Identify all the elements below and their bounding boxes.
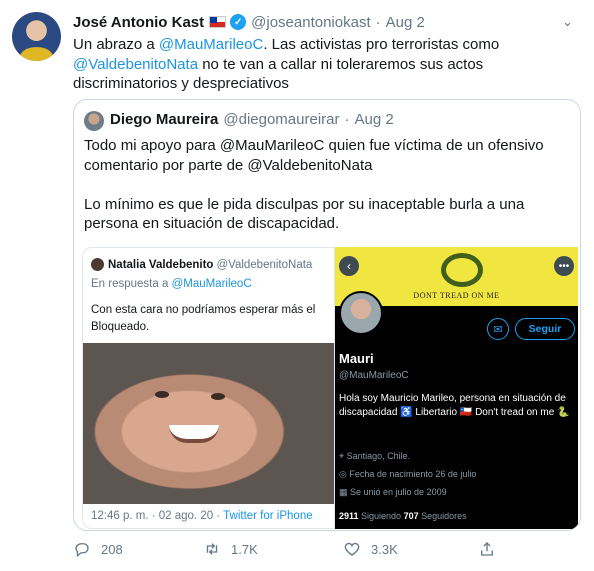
- author-avatar[interactable]: [12, 12, 61, 61]
- mention-link[interactable]: @ValdebenitoNata: [73, 56, 198, 73]
- share-icon: [481, 542, 493, 556]
- profile-stats: 2911 Siguiendo 707 Seguidores: [339, 511, 467, 521]
- followers-count: 707: [403, 511, 419, 521]
- reply-prefix: En respuesta a: [91, 278, 172, 290]
- profile-handle: @MauMarileoC: [339, 370, 409, 381]
- photo-eye: [211, 393, 225, 400]
- back-arrow-icon: ‹: [339, 256, 359, 276]
- embedded-avatar: [91, 258, 104, 271]
- retweet-button[interactable]: 1.7K: [203, 540, 258, 558]
- more-icon: •••: [554, 256, 574, 276]
- following-count: 2911: [339, 511, 359, 521]
- retweet-count: 1.7K: [231, 541, 258, 557]
- share-button[interactable]: [478, 540, 506, 558]
- chile-flag-icon: [209, 16, 227, 28]
- photo-mouth: [169, 425, 219, 443]
- profile-avatar: [339, 291, 383, 335]
- embedded-tweet-screenshot[interactable]: Natalia Valdebenito @ValdebenitoNata En …: [82, 247, 335, 529]
- separator-dot: ·: [375, 13, 381, 31]
- chevron-down-icon[interactable]: ⌄: [562, 14, 573, 30]
- tweet-text-part: Un abrazo a: [73, 36, 159, 53]
- quote-author-handle: @diegomaureirar: [223, 111, 340, 128]
- quote-paragraph: Lo mínimo es que le pida disculpas por s…: [84, 195, 525, 233]
- profile-bio: Hola soy Mauricio Marileo, persona en si…: [339, 393, 570, 418]
- reply-to: @MauMarileoC: [171, 278, 252, 290]
- author-name[interactable]: José Antonio Kast: [73, 14, 204, 31]
- reply-button[interactable]: 208: [73, 540, 123, 558]
- profile-location: ⌖ Santiago, Chile.: [339, 451, 411, 461]
- quote-paragraph: Todo mi apoyo para @MauMarileoC quien fu…: [84, 137, 544, 174]
- profile-name: Mauri: [339, 351, 374, 366]
- author-handle[interactable]: @joseantoniokast: [251, 14, 370, 31]
- reply-icon: [75, 543, 89, 558]
- verified-icon: ✓: [230, 14, 247, 30]
- photo-eye: [155, 391, 169, 398]
- face-photo: [83, 343, 334, 504]
- embedded-text: Con esta cara no podríamos esperar más e…: [91, 302, 331, 336]
- quote-author-name: Diego Maureira: [110, 111, 219, 128]
- reply-count: 208: [101, 541, 123, 557]
- quote-date: Aug 2: [354, 111, 394, 128]
- quote-text: Todo mi apoyo para @MauMarileoC quien fu…: [84, 136, 574, 254]
- snake-icon: [441, 253, 483, 287]
- embedded-text-line: Bloqueado.: [91, 321, 150, 333]
- message-icon: ✉: [487, 318, 509, 340]
- followers-label: Seguidores: [418, 511, 467, 521]
- tweet-text-part: . Las activistas pro terroristas como: [263, 36, 500, 53]
- embedded-time: 12:46 p. m. · 02 ago. 20 ·: [91, 510, 224, 522]
- embedded-source: Twitter for iPhone: [223, 510, 313, 522]
- tweet-actions: 208 1.7K 3.3K: [73, 540, 533, 564]
- retweet-icon: [206, 543, 218, 555]
- embedded-text-line: Con esta cara no podríamos esperar más e…: [91, 304, 316, 316]
- embedded-handle: @ValdebenitoNata: [216, 258, 313, 271]
- like-count: 3.3K: [371, 541, 398, 557]
- profile-birth: ◎ Fecha de nacimiento 26 de julio: [339, 469, 477, 479]
- quote-header: Diego Maureira @diegomaureirar · Aug 2: [110, 111, 394, 128]
- tweet-header: José Antonio Kast ✓ @joseantoniokast · A…: [73, 12, 573, 32]
- profile-screenshot[interactable]: DONT TREAD ON ME ‹ ••• ✉ Seguir Mauri @M…: [335, 247, 578, 529]
- quote-avatar: [84, 111, 104, 131]
- embedded-name: Natalia Valdebenito: [108, 258, 214, 271]
- profile-joined: ▦ Se unió en julio de 2009: [339, 487, 447, 497]
- like-button[interactable]: 3.3K: [343, 540, 398, 558]
- quoted-tweet[interactable]: Diego Maureira @diegomaureirar · Aug 2 T…: [73, 99, 581, 531]
- follow-button: Seguir: [515, 318, 575, 340]
- tweet-date[interactable]: Aug 2: [386, 14, 425, 31]
- embedded-timestamp: 12:46 p. m. · 02 ago. 20 · Twitter for i…: [91, 510, 313, 522]
- mention-link[interactable]: @MauMarileoC: [159, 36, 263, 53]
- embedded-reply-line: En respuesta a @MauMarileoC: [91, 278, 252, 290]
- separator-dot: ·: [344, 111, 350, 128]
- like-icon: [344, 542, 360, 556]
- embedded-tweet-header: Natalia Valdebenito @ValdebenitoNata: [91, 258, 312, 271]
- following-label: Siguiendo: [358, 511, 404, 521]
- quote-media[interactable]: Natalia Valdebenito @ValdebenitoNata En …: [82, 247, 578, 529]
- tweet-text: Un abrazo a @MauMarileoC. Las activistas…: [73, 35, 573, 94]
